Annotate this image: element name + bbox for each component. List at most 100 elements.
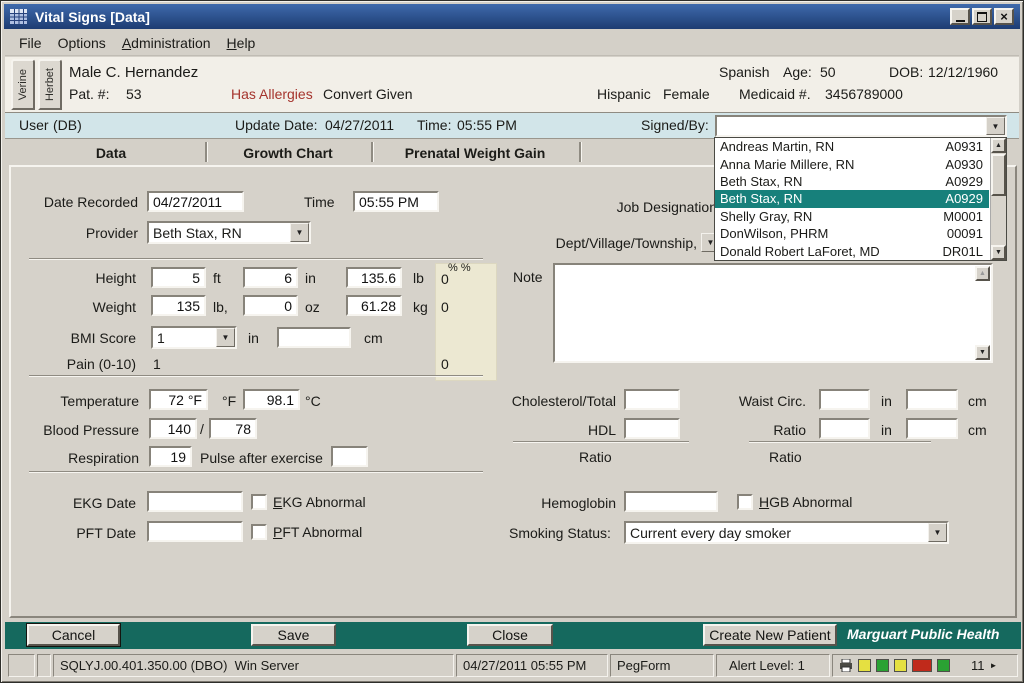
close-icon[interactable]: × <box>994 8 1014 25</box>
ekg-date-input[interactable] <box>147 491 243 512</box>
scroll-down-icon[interactable]: ▼ <box>991 245 1006 260</box>
app-window: Vital Signs [Data] × File Options Admini… <box>0 0 1024 683</box>
unit-ft: ft <box>213 270 221 286</box>
menu-help[interactable]: Help <box>227 35 256 51</box>
pft-date-input[interactable] <box>147 521 243 542</box>
chevron-down-icon[interactable]: ▼ <box>986 117 1005 135</box>
time-input[interactable] <box>353 191 439 212</box>
patient-number-label: Pat. #: <box>69 86 109 102</box>
provider-combobox[interactable]: Beth Stax, RN ▼ <box>147 221 311 244</box>
bmi-cm-input[interactable] <box>277 327 351 348</box>
hdl-input[interactable] <box>624 418 680 439</box>
list-item-selected[interactable]: Beth Stax, RNA0929 <box>715 190 989 207</box>
chevron-down-icon[interactable]: ▼ <box>928 523 947 542</box>
respiration-label: Respiration <box>26 450 139 466</box>
side-tab-herbet[interactable]: Herbet <box>38 59 62 110</box>
window-controls: × <box>948 8 1014 25</box>
weight-lb-input[interactable] <box>151 295 206 316</box>
ekg-abnormal-label: EKG Abnormal <box>273 494 366 510</box>
height-in-input[interactable] <box>243 267 298 288</box>
bmi-combobox[interactable]: 1 ▼ <box>151 326 237 349</box>
scroll-down-icon[interactable]: ▼ <box>975 345 990 360</box>
bp-diastolic-input[interactable] <box>209 418 257 439</box>
chevron-down-icon[interactable]: ▼ <box>290 223 309 242</box>
tab-prenatal-weight-gain[interactable]: Prenatal Weight Gain <box>373 140 577 165</box>
brand-text: Marguart Public Health <box>847 626 999 642</box>
maximize-icon[interactable] <box>972 8 992 25</box>
menu-options[interactable]: Options <box>58 35 106 51</box>
signed-by-label: Signed/By: <box>641 117 709 133</box>
pain-percentile: 0 <box>441 356 449 372</box>
signed-by-combobox[interactable]: ▼ <box>715 115 1007 137</box>
save-button[interactable]: Save <box>251 624 336 646</box>
status-bar: SQLYJ.00.401.350.00 (DBO) Win Server 04/… <box>5 652 1021 680</box>
bmi-unit-cm: cm <box>364 330 383 346</box>
update-date-value: 04/27/2011 <box>325 117 394 133</box>
menu-administration[interactable]: Administration <box>122 35 211 51</box>
list-item[interactable]: Donald Robert LaForet, MDDR01L <box>715 242 989 259</box>
dept-village-township-label: Dept/Village/Township, <box>547 235 697 251</box>
side-tab-verine[interactable]: Verine <box>11 59 35 110</box>
temperature-f-input[interactable] <box>149 389 208 410</box>
status-server: SQLYJ.00.401.350.00 (DBO) Win Server <box>53 654 454 677</box>
cholesterol-total-input[interactable] <box>624 389 680 410</box>
pulse-after-exercise-input[interactable] <box>331 446 368 467</box>
bmi-score-label: BMI Score <box>26 330 136 346</box>
weight-oz-input[interactable] <box>243 295 298 316</box>
patient-header: Verine Herbet Male C. Hernandez Pat. #: … <box>5 57 1019 113</box>
height-lb-input[interactable] <box>346 267 402 288</box>
job-designation-label: Job Designation <box>601 199 717 215</box>
unit-fahrenheit: °F <box>222 393 236 409</box>
create-new-patient-button[interactable]: Create New Patient <box>703 624 837 646</box>
bp-systolic-input[interactable] <box>149 418 197 439</box>
pain-label: Pain (0-10) <box>26 356 136 372</box>
ekg-abnormal-checkbox[interactable] <box>251 494 267 510</box>
blood-pressure-label: Blood Pressure <box>26 422 139 438</box>
hgb-abnormal-checkbox[interactable] <box>737 494 753 510</box>
temperature-c-input[interactable] <box>243 389 300 410</box>
minimize-icon[interactable] <box>950 8 970 25</box>
patient-ethnicity: Hispanic <box>597 86 651 102</box>
list-item[interactable]: Andreas Martin, RNA0931 <box>715 138 989 155</box>
scroll-up-icon[interactable]: ▲ <box>975 266 990 281</box>
respiration-input[interactable] <box>149 446 192 467</box>
note-textarea[interactable]: ▲ ▼ <box>553 263 993 363</box>
status-cell-empty <box>37 654 51 677</box>
chevron-down-icon[interactable]: ▼ <box>216 328 235 347</box>
list-item[interactable]: Anna Marie Millere, RNA0930 <box>715 155 989 172</box>
printer-icon <box>839 659 853 672</box>
scrollbar-thumb[interactable] <box>991 154 1006 196</box>
hemoglobin-input[interactable] <box>624 491 718 512</box>
dropdown-scrollbar[interactable]: ▲ ▼ <box>990 138 1006 260</box>
tab-data[interactable]: Data <box>17 140 205 165</box>
title-bar[interactable]: Vital Signs [Data] × <box>4 4 1020 29</box>
medicaid-value: 3456789000 <box>825 86 903 102</box>
list-item[interactable]: Shelly Gray, RNM0001 <box>715 208 989 225</box>
waist-in-input[interactable] <box>819 389 870 410</box>
tab-growth-chart[interactable]: Growth Chart <box>207 140 369 165</box>
weight-kg-input[interactable] <box>346 295 402 316</box>
cancel-button[interactable]: Cancel <box>27 624 120 646</box>
waist-cm-input[interactable] <box>906 389 958 410</box>
dob-value: 12/12/1960 <box>928 64 998 80</box>
note-label: Note <box>513 269 543 285</box>
pft-abnormal-checkbox[interactable] <box>251 524 267 540</box>
cholesterol-total-label: Cholesterol/Total <box>499 393 616 409</box>
list-item[interactable]: DonWilson, PHRM00091 <box>715 225 989 242</box>
waist-unit-cm: cm <box>968 393 987 409</box>
height-label: Height <box>26 270 136 286</box>
expand-arrow-icon[interactable]: ► <box>990 661 998 670</box>
date-recorded-input[interactable] <box>147 191 244 212</box>
status-light <box>912 659 932 672</box>
age-label: Age: <box>783 64 812 80</box>
ekg-date-label: EKG Date <box>26 495 136 511</box>
menu-file[interactable]: File <box>19 35 42 51</box>
patient-name: Male C. Hernandez <box>69 64 198 81</box>
close-button[interactable]: Close <box>467 624 553 646</box>
scroll-up-icon[interactable]: ▲ <box>991 138 1006 153</box>
waist-ratio-cm-input[interactable] <box>906 418 958 439</box>
waist-ratio-in-input[interactable] <box>819 418 870 439</box>
height-ft-input[interactable] <box>151 267 206 288</box>
smoking-status-combobox[interactable]: Current every day smoker ▼ <box>624 521 949 544</box>
list-item[interactable]: Beth Stax, RNA0929 <box>715 173 989 190</box>
